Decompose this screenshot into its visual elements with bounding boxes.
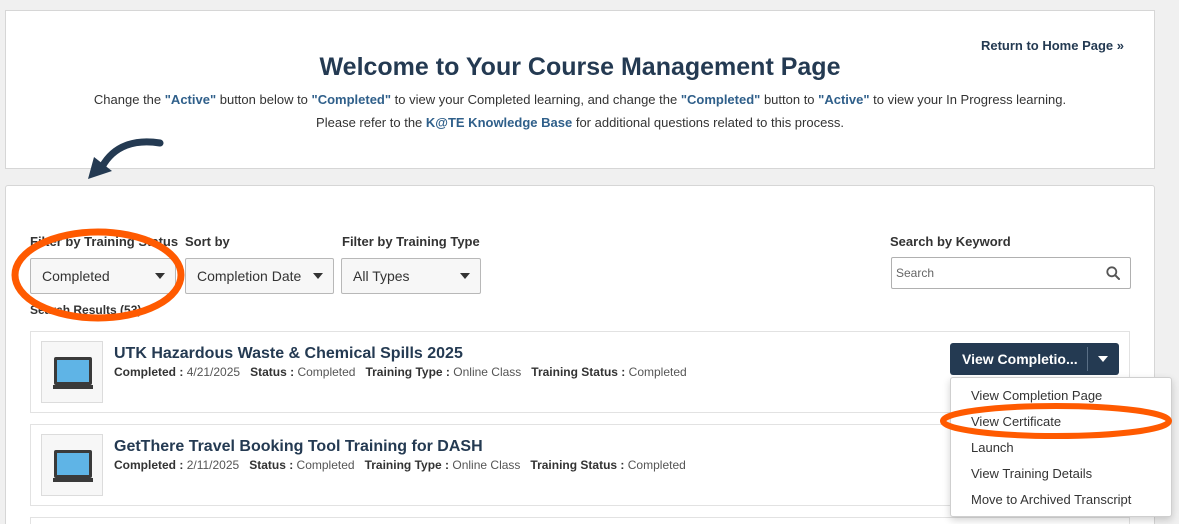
search-box <box>891 257 1131 289</box>
course-title[interactable]: GetThere Travel Booking Tool Training fo… <box>114 438 483 456</box>
search-input[interactable] <box>892 258 1092 288</box>
results-count: Search Results (53) <box>30 303 142 317</box>
result-card <box>30 517 1130 524</box>
menu-item-launch[interactable]: Launch <box>951 435 1171 461</box>
sort-label: Sort by <box>185 234 230 249</box>
menu-item-view-completion-page[interactable]: View Completion Page <box>951 383 1171 409</box>
status-filter-label: Filter by Training Status <box>30 234 179 249</box>
action-menu: View Completion Page View Certificate La… <box>950 377 1172 517</box>
caret-down-icon <box>155 273 165 279</box>
action-menu-toggle[interactable] <box>1088 343 1119 375</box>
course-thumbnail[interactable] <box>41 341 103 403</box>
caret-down-icon <box>313 273 323 279</box>
intro-instructions: Change the "Active" button below to "Com… <box>93 92 1067 107</box>
sort-dropdown[interactable]: Completion Date <box>185 258 334 294</box>
caret-down-icon <box>460 273 470 279</box>
course-title[interactable]: UTK Hazardous Waste & Chemical Spills 20… <box>114 345 463 363</box>
search-icon[interactable] <box>1106 266 1120 280</box>
status-filter-dropdown[interactable]: Completed <box>30 258 176 294</box>
menu-item-move-to-archived[interactable]: Move to Archived Transcript <box>951 487 1171 513</box>
course-meta: Completed : 4/21/2025 Status : Completed T… <box>114 365 687 379</box>
menu-item-view-certificate[interactable]: View Certificate <box>951 409 1171 435</box>
knowledge-base-link[interactable]: K@TE Knowledge Base <box>426 115 572 130</box>
search-label: Search by Keyword <box>890 234 1011 249</box>
status-filter-value: Completed <box>42 268 110 284</box>
course-thumbnail[interactable] <box>41 434 103 496</box>
type-filter-label: Filter by Training Type <box>342 234 480 249</box>
view-completion-button[interactable]: View Completio... <box>950 343 1086 375</box>
action-split-button: View Completio... <box>950 343 1119 375</box>
page-title: Welcome to Your Course Management Page <box>319 53 841 81</box>
course-meta: Completed : 2/11/2025 Status : Completed T… <box>114 458 686 472</box>
curved-arrow-icon <box>88 138 164 179</box>
welcome-panel: Return to Home Page » Welcome to Your Co… <box>5 10 1155 169</box>
type-filter-dropdown[interactable]: All Types <box>341 258 481 294</box>
type-filter-value: All Types <box>353 268 410 284</box>
caret-down-icon <box>1098 356 1108 362</box>
menu-item-view-training-details[interactable]: View Training Details <box>951 461 1171 487</box>
sort-value: Completion Date <box>197 268 302 284</box>
laptop-icon <box>53 357 93 389</box>
return-home-link[interactable]: Return to Home Page » <box>981 38 1124 53</box>
intro-help: Please refer to the K@TE Knowledge Base … <box>316 115 844 130</box>
laptop-icon <box>53 450 93 482</box>
